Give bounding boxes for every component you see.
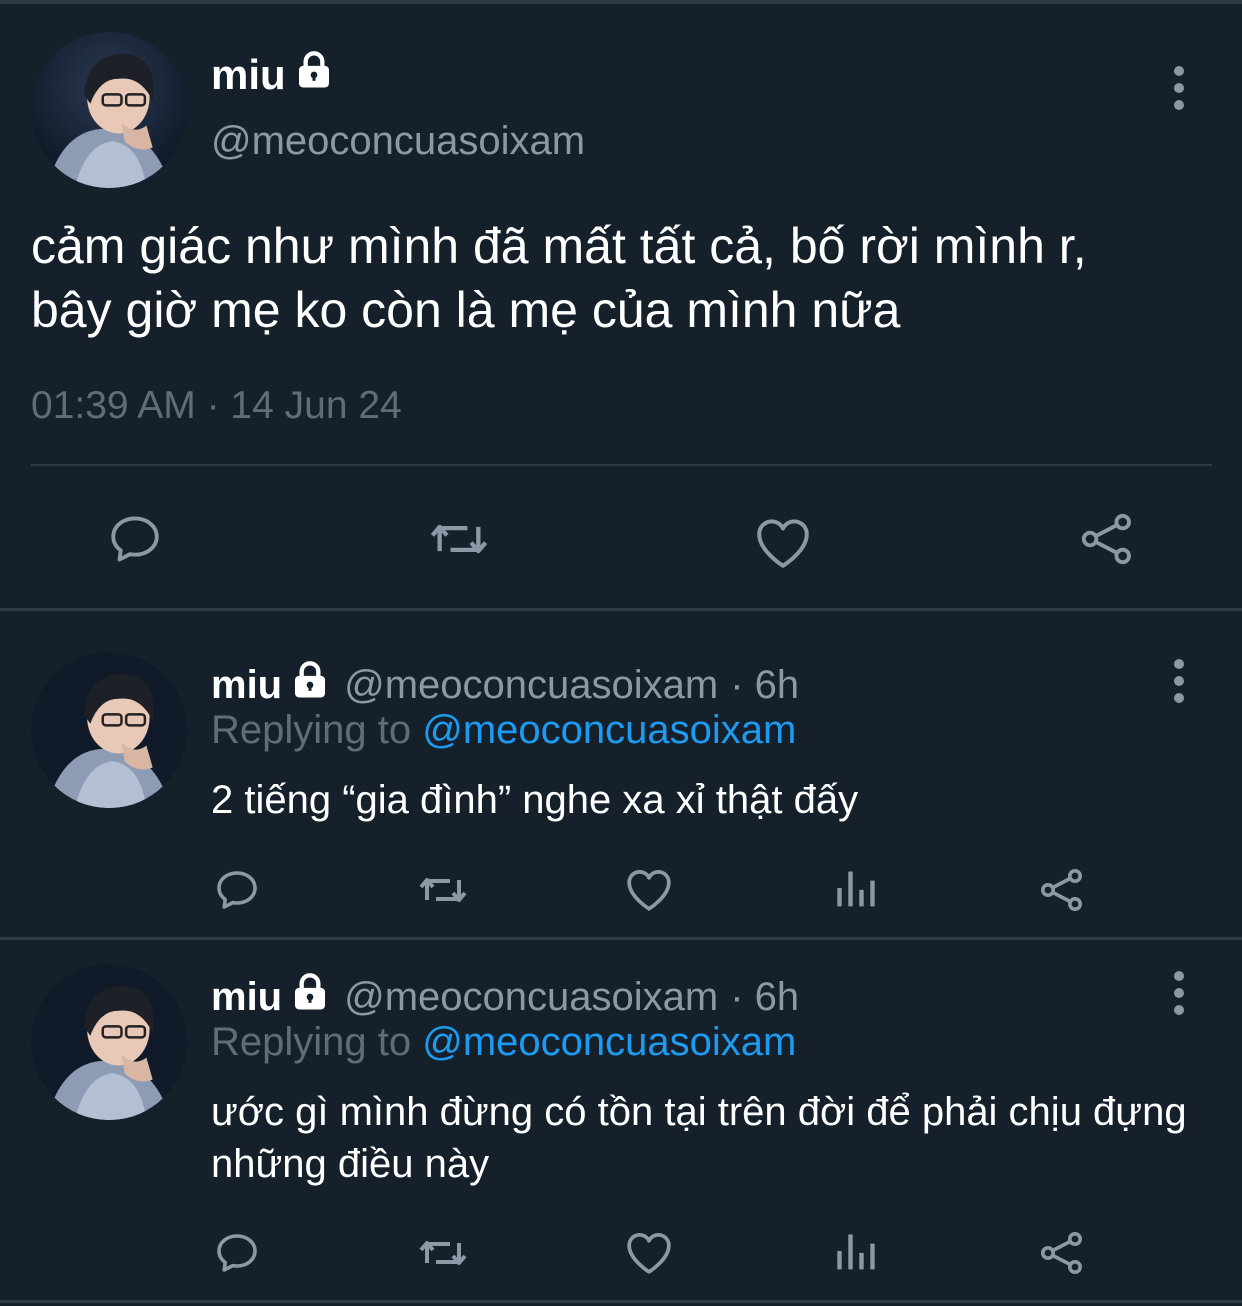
avatar[interactable] [31, 964, 187, 1120]
share-icon[interactable] [1078, 510, 1136, 568]
like-icon[interactable] [753, 514, 813, 570]
lock-icon [294, 50, 334, 100]
avatar[interactable] [31, 32, 187, 188]
tweet-text: ước gì mình đừng có tồn tại trên đời để … [211, 1090, 1187, 1186]
author-handle[interactable]: @meoconcuasoixam [211, 119, 585, 164]
replying-to: Replying to @meoconcuasoixam [211, 1020, 796, 1065]
replying-to-label: Replying to [211, 708, 412, 752]
reply-icon[interactable] [106, 510, 164, 568]
reply-time: · 6h [730, 974, 800, 1019]
author-name: miu [211, 974, 283, 1019]
action-divider [31, 464, 1212, 466]
lock-icon [290, 660, 330, 710]
retweet-icon[interactable] [426, 510, 492, 568]
tweet-separator [0, 937, 1242, 940]
mention-link[interactable]: @meoconcuasoixam [422, 708, 796, 752]
lock-icon [290, 972, 330, 1022]
reply-icon[interactable] [213, 1229, 261, 1277]
tweet-text: cảm giác như mình đã mất tất cả, bố rời … [31, 218, 1087, 338]
retweet-icon[interactable] [415, 1229, 471, 1277]
tweet-text: 2 tiếng “gia đình” nghe xa xỉ thật đấy [211, 778, 859, 822]
reply-time: · 6h [730, 662, 800, 707]
share-icon[interactable] [1038, 866, 1086, 914]
author-name-row: miu [211, 50, 334, 100]
author-name: miu [211, 662, 283, 707]
like-icon[interactable] [624, 866, 674, 912]
retweet-icon[interactable] [415, 866, 471, 914]
share-icon[interactable] [1038, 1229, 1086, 1277]
author-name: miu [211, 51, 286, 98]
tweet-separator [0, 608, 1242, 611]
analytics-icon[interactable] [834, 866, 878, 910]
more-options-icon[interactable] [1169, 66, 1189, 110]
reply-header: miu @meoconcuasoixam · 6h [211, 660, 799, 710]
replying-to: Replying to @meoconcuasoixam [211, 708, 796, 753]
mention-link[interactable]: @meoconcuasoixam [422, 1020, 796, 1064]
replying-to-label: Replying to [211, 1020, 412, 1064]
reply-icon[interactable] [213, 866, 261, 914]
reply-header: miu @meoconcuasoixam · 6h [211, 972, 799, 1022]
avatar[interactable] [31, 652, 187, 808]
tweet-separator [0, 1300, 1242, 1303]
more-options-icon[interactable] [1169, 971, 1189, 1015]
avatar-photo [31, 32, 187, 188]
like-icon[interactable] [624, 1229, 674, 1275]
analytics-icon[interactable] [834, 1229, 878, 1273]
avatar-photo [31, 964, 187, 1120]
more-options-icon[interactable] [1169, 659, 1189, 703]
avatar-photo [31, 652, 187, 808]
author-handle[interactable]: @meoconcuasoixam [344, 975, 718, 1020]
main-tweet: miu @meoconcuasoixam cảm giác như mình đ… [0, 4, 1242, 610]
author-handle[interactable]: @meoconcuasoixam [344, 663, 718, 708]
tweet-timestamp[interactable]: 01:39 AM · 14 Jun 24 [31, 384, 402, 428]
